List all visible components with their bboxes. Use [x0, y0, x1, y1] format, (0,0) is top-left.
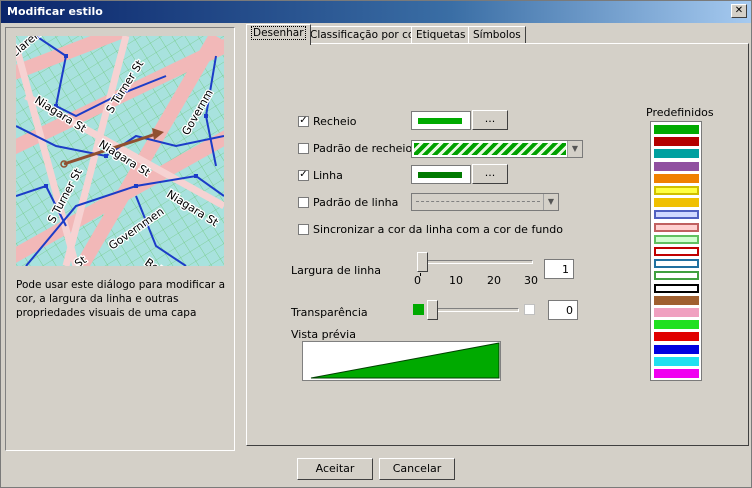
preview-label: Vista prévia: [291, 328, 356, 341]
line-color-swatch[interactable]: [411, 165, 471, 184]
preset-style-item[interactable]: [654, 271, 699, 281]
preset-style-item[interactable]: [654, 320, 699, 330]
preset-style-item[interactable]: [654, 198, 699, 208]
line-width-tick: 20: [487, 274, 501, 287]
fill-checkbox[interactable]: ✓: [298, 116, 309, 127]
transparency-slider-thumb[interactable]: [427, 300, 438, 320]
chevron-down-icon: ▼: [543, 194, 558, 210]
draw-tab-panel: ✓ Recheio ... Padrão de recheio ▼ ✓ Linh…: [246, 43, 749, 446]
tab-label: Desenhar: [251, 26, 306, 40]
title-bar: Modificar estilo ✕: [1, 1, 751, 23]
preset-style-item[interactable]: [654, 344, 699, 354]
preset-style-item[interactable]: [654, 173, 699, 183]
transparency-slider-track[interactable]: [429, 308, 519, 312]
opaque-color-swatch: [413, 304, 424, 315]
tab-classificacao-por-cor[interactable]: Classificação por cor: [305, 26, 424, 44]
line-width-tick: 0: [414, 274, 421, 287]
sync-checkbox[interactable]: [298, 224, 309, 235]
info-panel: Claren S Turner St Niagara St Niagara St…: [5, 27, 235, 451]
presets-label: Predefinidos: [646, 106, 714, 119]
line-pattern-label: Padrão de linha: [313, 196, 399, 209]
window-title: Modificar estilo: [7, 5, 103, 18]
preset-style-item[interactable]: [654, 247, 699, 256]
fill-pattern-label: Padrão de recheio: [313, 142, 413, 155]
preset-style-item[interactable]: [654, 186, 699, 195]
presets-list: [650, 121, 702, 381]
line-width-slider-track[interactable]: [417, 260, 533, 264]
tab-simbolos[interactable]: Símbolos: [468, 26, 526, 44]
preset-style-item[interactable]: [654, 137, 699, 147]
map-preview-image: Claren S Turner St Niagara St Niagara St…: [16, 36, 224, 266]
preset-style-item[interactable]: [654, 308, 699, 317]
tab-etiquetas[interactable]: Etiquetas: [411, 26, 471, 44]
fill-pattern-select[interactable]: ▼: [411, 140, 583, 158]
preset-style-item[interactable]: [654, 125, 699, 134]
preset-style-item[interactable]: [654, 295, 699, 305]
ok-button[interactable]: Aceitar: [297, 458, 373, 480]
preset-style-item[interactable]: [654, 356, 699, 366]
line-pattern-select[interactable]: ▼: [411, 193, 559, 211]
fill-label: Recheio: [313, 115, 357, 128]
map-preview-svg: Claren S Turner St Niagara St Niagara St…: [16, 36, 224, 266]
fill-pattern-checkbox[interactable]: [298, 143, 309, 154]
transparency-label: Transparência: [291, 306, 368, 319]
line-pattern-preview: [416, 201, 540, 202]
transparency-input[interactable]: 0: [548, 300, 578, 320]
line-checkbox[interactable]: ✓: [298, 170, 309, 181]
preview-shape: [310, 342, 500, 379]
line-width-input[interactable]: 1: [544, 259, 574, 279]
preset-style-item[interactable]: [654, 332, 699, 342]
preset-style-item[interactable]: [654, 369, 699, 378]
sync-label: Sincronizar a cor da linha com a cor de …: [313, 223, 563, 236]
close-icon[interactable]: ✕: [731, 4, 747, 18]
preset-style-item[interactable]: [654, 161, 699, 171]
style-preview: [302, 341, 501, 381]
fill-color-button[interactable]: ...: [472, 110, 508, 130]
dialog-window: Modificar estilo ✕ Claren S Turner St Ni…: [0, 0, 752, 488]
preset-style-item[interactable]: [654, 283, 699, 293]
transparent-color-swatch: [524, 304, 535, 315]
chevron-down-icon: ▼: [567, 141, 582, 157]
cancel-button[interactable]: Cancelar: [379, 458, 455, 480]
line-width-slider-thumb[interactable]: [417, 252, 428, 272]
line-width-label: Largura de linha: [291, 264, 381, 277]
line-width-tick: 30: [524, 274, 538, 287]
fill-pattern-preview: [414, 143, 566, 155]
dialog-description: Pode usar este diálogo para modificar a …: [16, 279, 226, 319]
preset-style-item[interactable]: [654, 234, 699, 244]
tab-desenhar[interactable]: Desenhar: [246, 24, 311, 45]
line-pattern-checkbox[interactable]: [298, 197, 309, 208]
line-label: Linha: [313, 169, 343, 182]
preset-style-item[interactable]: [654, 210, 699, 220]
line-width-tick: 10: [449, 274, 463, 287]
preset-style-item[interactable]: [654, 149, 699, 159]
preset-style-item[interactable]: [654, 222, 699, 232]
line-color-button[interactable]: ...: [472, 164, 508, 184]
preset-style-item[interactable]: [654, 259, 699, 269]
fill-color-swatch[interactable]: [411, 111, 471, 130]
